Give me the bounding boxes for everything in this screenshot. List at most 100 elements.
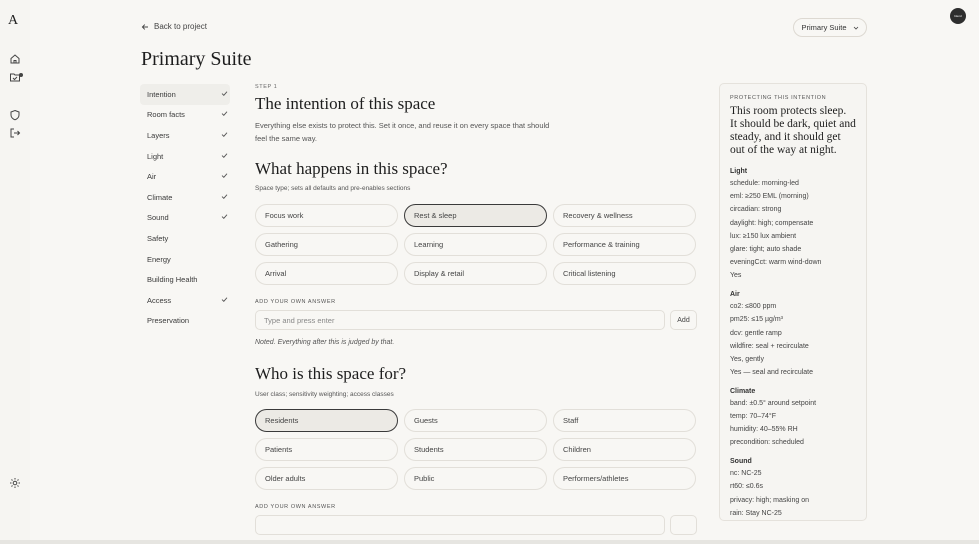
back-to-project-link[interactable]: Back to project xyxy=(141,22,207,31)
settings-icon[interactable] xyxy=(9,477,21,489)
check-icon xyxy=(221,193,228,202)
nav-item-label: Preservation xyxy=(147,316,190,326)
own-answer-row: Type and press enter Add xyxy=(255,310,697,330)
space-type-heading: What happens in this space? xyxy=(255,159,448,178)
nav-item-label: Layers xyxy=(147,130,170,140)
bottom-bar xyxy=(0,540,979,544)
panel-row: glare: tight; auto shade xyxy=(730,246,802,254)
nav-item-safety[interactable]: Safety xyxy=(140,228,230,249)
icon-rail: A xyxy=(0,0,30,544)
check-icon xyxy=(221,172,228,181)
panel-row: dcv: gentle ramp xyxy=(730,329,782,337)
option-residents[interactable]: Residents xyxy=(255,409,398,432)
nav-item-label: Room facts xyxy=(147,110,185,120)
nav-item-preservation[interactable]: Preservation xyxy=(140,311,230,332)
nav-item-building-health[interactable]: Building Health xyxy=(140,269,230,290)
nav-item-energy[interactable]: Energy xyxy=(140,249,230,270)
nav-item-sound[interactable]: Sound xyxy=(140,208,230,229)
panel-section-climate: Climate xyxy=(730,387,756,395)
panel-section-air: Air xyxy=(730,291,740,299)
option-gathering[interactable]: Gathering xyxy=(255,233,398,256)
check-icon xyxy=(221,152,228,161)
option-older-adults[interactable]: Older adults xyxy=(255,467,398,490)
user-class-heading: Who is this space for? xyxy=(255,364,407,383)
option-public[interactable]: Public xyxy=(404,467,547,490)
panel-section-light: Light xyxy=(730,168,748,175)
option-performance-training[interactable]: Performance & training xyxy=(553,233,696,256)
space-type-subtitle: Space type; sets all defaults and pre-en… xyxy=(255,185,411,192)
nav-item-label: Air xyxy=(147,172,157,182)
panel-row: eml: ≥250 EML (morning) xyxy=(730,193,809,201)
user-own-answer-row xyxy=(255,515,697,535)
step-description: Everything else exists to protect this. … xyxy=(255,121,550,143)
app-logo[interactable]: A xyxy=(8,13,18,29)
nav-item-light[interactable]: Light xyxy=(140,146,230,167)
option-performers-athletes[interactable]: Performers/athletes xyxy=(553,467,696,490)
panel-row: privacy: high; masking on xyxy=(730,496,809,504)
own-answer-label: ADD YOUR OWN ANSWER xyxy=(255,299,336,305)
nav-item-layers[interactable]: Layers xyxy=(140,125,230,146)
check-icon xyxy=(221,131,228,140)
option-critical-listening[interactable]: Critical listening xyxy=(553,262,696,285)
panel-row: wildfire: seal + recirculate xyxy=(730,342,809,350)
main-area: Back to project Primary Suite blend Prim… xyxy=(30,0,979,540)
option-rest-sleep[interactable]: Rest & sleep xyxy=(404,204,547,227)
avatar-text: blend xyxy=(954,13,962,18)
option-recovery-wellness[interactable]: Recovery & wellness xyxy=(553,204,696,227)
option-staff[interactable]: Staff xyxy=(553,409,696,432)
panel-row: lux: ≥150 lux ambient xyxy=(730,232,797,240)
user-own-answer-input[interactable] xyxy=(255,515,665,535)
nav-item-access[interactable]: Access xyxy=(140,290,230,311)
nav-item-label: Sound xyxy=(147,213,169,223)
nav-item-intention[interactable]: Intention xyxy=(140,84,230,105)
option-arrival[interactable]: Arrival xyxy=(255,262,398,285)
panel-label: PROTECTING THIS INTENTION xyxy=(730,95,827,101)
space-selector-label: Primary Suite xyxy=(801,23,847,32)
logout-icon[interactable] xyxy=(9,127,21,139)
home-icon[interactable] xyxy=(9,53,21,65)
nav-item-room-facts[interactable]: Room facts xyxy=(140,105,230,126)
check-icon xyxy=(221,90,228,99)
space-selector[interactable]: Primary Suite xyxy=(793,18,867,37)
panel-row: band: ±0.5° around setpoint xyxy=(730,399,817,407)
option-guests[interactable]: Guests xyxy=(404,409,547,432)
back-link-label: Back to project xyxy=(154,22,207,31)
check-icon xyxy=(221,296,228,305)
option-children[interactable]: Children xyxy=(553,438,696,461)
chevron-down-icon xyxy=(853,26,858,30)
page-title: Primary Suite xyxy=(141,48,252,70)
user-class-subtitle: User class; sensitivity weighting; acces… xyxy=(255,391,394,398)
option-patients[interactable]: Patients xyxy=(255,438,398,461)
option-focus-work[interactable]: Focus work xyxy=(255,204,398,227)
avatar[interactable]: blend xyxy=(950,8,966,24)
arrow-left-icon xyxy=(141,23,148,30)
nav-item-climate[interactable]: Climate xyxy=(140,187,230,208)
intention-quote: This room protects sleep. It should be d… xyxy=(730,105,856,156)
intention-summary-panel: PROTECTING THIS INTENTION This room prot… xyxy=(719,83,867,521)
panel-row: temp: 70–74°F xyxy=(730,413,776,421)
panel-row: co2: ≤800 ppm xyxy=(730,303,777,311)
step-label: STEP 1 xyxy=(255,84,278,90)
check-icon xyxy=(221,213,228,222)
panel-row: eveningCct: warm wind-down xyxy=(730,259,822,267)
check-icon xyxy=(221,110,228,119)
option-learning[interactable]: Learning xyxy=(404,233,547,256)
section-nav: Intention Room facts Layers Light Air Climate… xyxy=(140,84,230,331)
user-add-answer-button[interactable] xyxy=(670,515,697,535)
add-answer-button[interactable]: Add xyxy=(670,310,697,330)
shield-icon[interactable] xyxy=(9,109,21,121)
panel-row: nc: NC-25 xyxy=(730,470,762,478)
option-display-retail[interactable]: Display & retail xyxy=(404,262,547,285)
panel-row: schedule: morning-led xyxy=(730,180,799,187)
space-type-options: Focus work Rest & sleep Recovery & wellnes… xyxy=(255,204,697,285)
option-students[interactable]: Students xyxy=(404,438,547,461)
own-answer-input[interactable]: Type and press enter xyxy=(255,310,665,330)
panel-section-sound: Sound xyxy=(730,458,752,466)
nav-item-air[interactable]: Air xyxy=(140,166,230,187)
panel-row: Yes xyxy=(730,272,742,280)
answer-note: Noted. Everything after this is judged b… xyxy=(255,339,395,346)
user-own-answer-label: ADD YOUR OWN ANSWER xyxy=(255,504,336,510)
panel-row: precondition: scheduled xyxy=(730,439,804,447)
panel-sections: Light schedule: morning-led eml: ≥250 EML … xyxy=(730,168,856,517)
panel-row: daylight: high; compensate xyxy=(730,219,814,227)
